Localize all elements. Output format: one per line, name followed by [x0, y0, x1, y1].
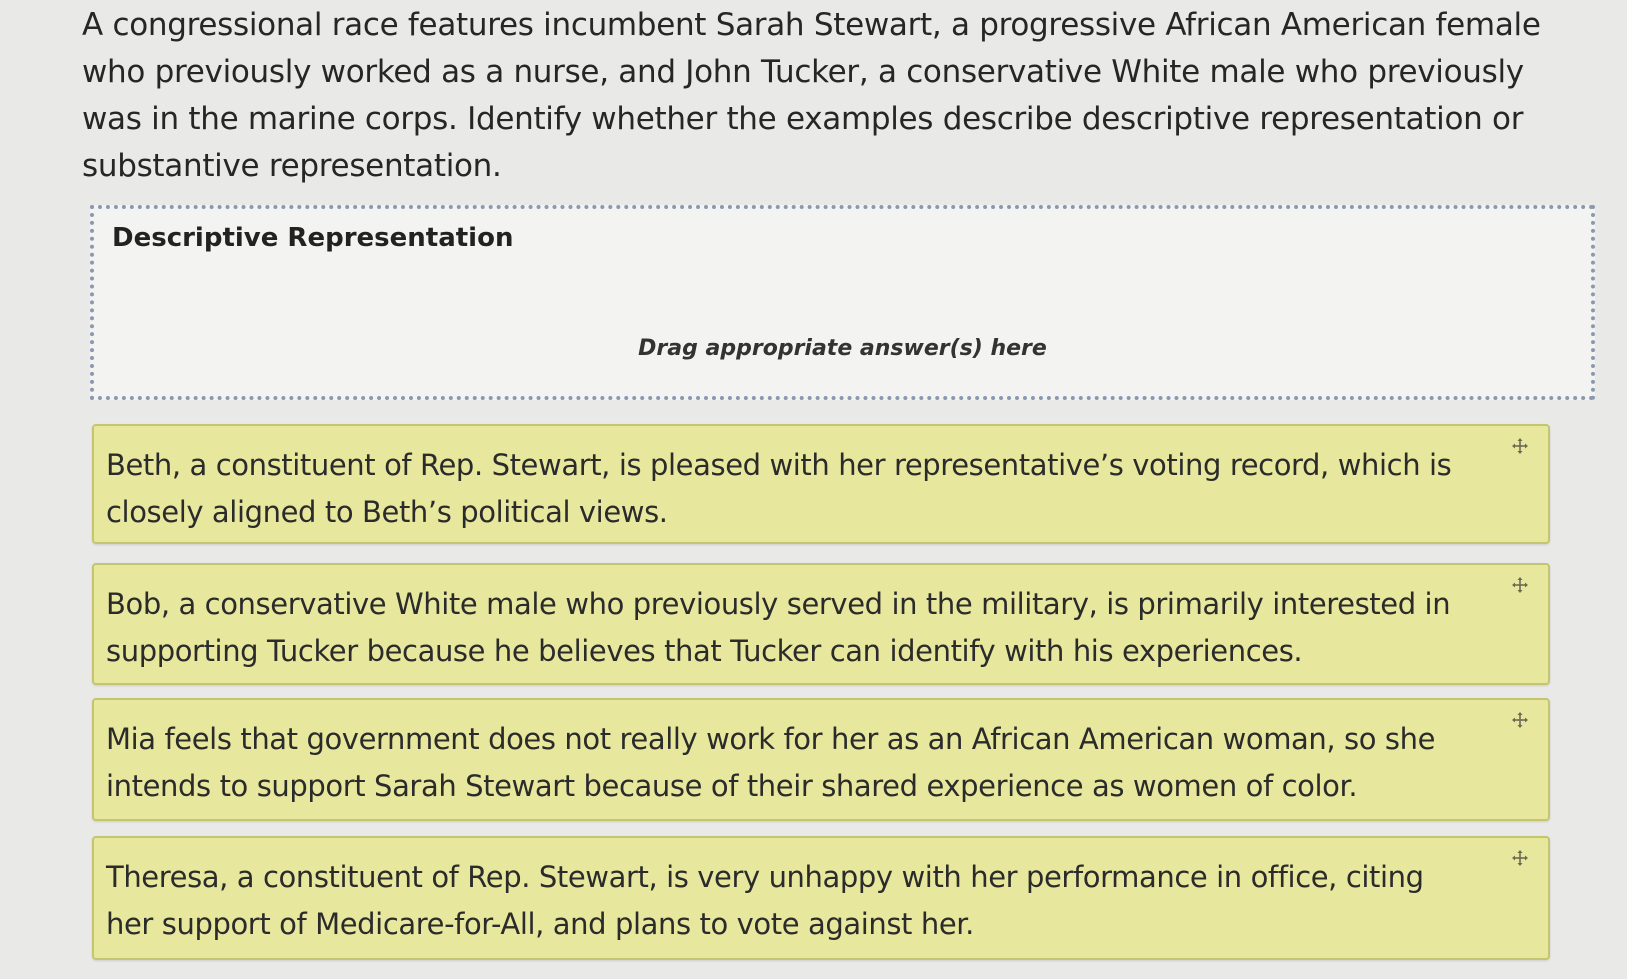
answer-card-bob[interactable]: Bob, a conservative White male who previ… [92, 563, 1550, 685]
move-icon[interactable] [1510, 710, 1530, 730]
move-icon[interactable] [1510, 575, 1530, 595]
move-icon[interactable] [1510, 436, 1530, 456]
answer-text: Theresa, a constituent of Rep. Stewart, … [106, 860, 1424, 941]
answer-text: Beth, a constituent of Rep. Stewart, is … [106, 448, 1452, 529]
answer-card-mia[interactable]: Mia feels that government does not reall… [92, 698, 1550, 821]
answer-card-theresa[interactable]: Theresa, a constituent of Rep. Stewart, … [92, 836, 1550, 960]
move-icon[interactable] [1510, 848, 1530, 868]
question-prompt: A congressional race features incumbent … [82, 7, 1541, 184]
dropzone-title: Descriptive Representation [112, 223, 514, 253]
answer-card-beth[interactable]: Beth, a constituent of Rep. Stewart, is … [92, 424, 1550, 544]
answer-text: Bob, a conservative White male who previ… [106, 587, 1451, 668]
dropzone-hint: Drag appropriate answer(s) here [638, 336, 1047, 361]
descriptive-representation-dropzone[interactable]: Descriptive Representation Drag appropri… [90, 205, 1595, 400]
answer-text: Mia feels that government does not reall… [106, 722, 1436, 803]
